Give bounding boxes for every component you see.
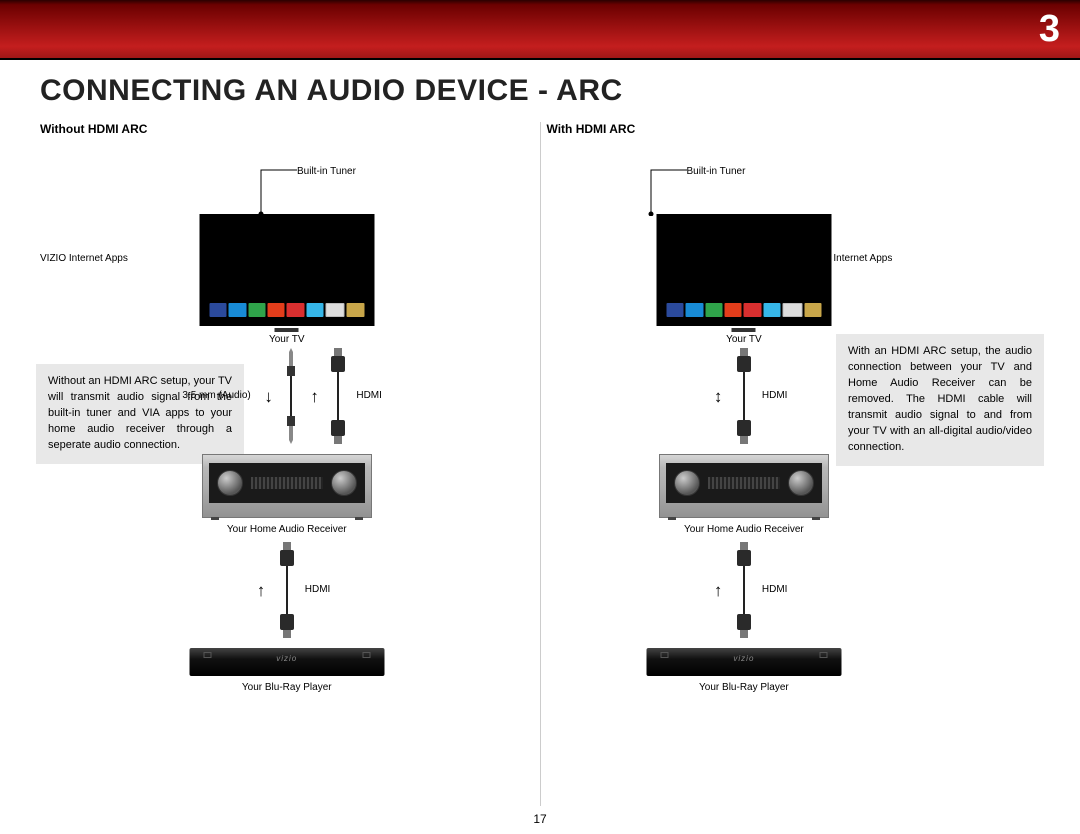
bluray-graphic: vizio xyxy=(189,648,384,676)
subheading-left: Without HDMI ARC xyxy=(40,122,534,136)
cable-group-tv-receiver: ↓ 3.5 mm (Audio) ↑ HDMI xyxy=(282,348,350,444)
arrow-up-icon: ↑ xyxy=(714,582,723,599)
label-hdmi: HDMI xyxy=(356,390,382,401)
column-divider xyxy=(540,122,541,806)
app-chip xyxy=(326,303,345,317)
cable-group-tv-receiver: ↕ HDMI xyxy=(732,348,756,444)
label-receiver: Your Home Audio Receiver xyxy=(684,524,804,535)
app-chip xyxy=(267,303,284,317)
bluray-graphic: vizio xyxy=(646,648,841,676)
app-chip xyxy=(209,303,226,317)
label-your-tv: Your TV xyxy=(269,334,305,345)
callout-label: Built-in Tuner xyxy=(687,166,746,177)
label-receiver: Your Home Audio Receiver xyxy=(227,524,347,535)
leader-line-icon xyxy=(647,168,687,216)
info-textbox-left: Without an HDMI ARC setup, your TV will … xyxy=(36,364,244,464)
cable-group-receiver-bluray: ↑ HDMI xyxy=(732,542,756,638)
column-without-arc: Without HDMI ARC Built-in Tuner VIZIO In… xyxy=(40,122,534,806)
leader-line-icon xyxy=(257,168,297,216)
bluray-logo: vizio xyxy=(733,654,754,663)
callout-label: Built-in Tuner xyxy=(297,166,356,177)
tv-graphic xyxy=(199,214,374,326)
cable-35mm: ↓ 3.5 mm (Audio) xyxy=(282,348,300,444)
app-chip xyxy=(287,303,304,317)
cable-group-receiver-bluray: ↑ HDMI xyxy=(275,542,299,638)
column-with-arc: With HDMI ARC Built-in Tuner VIZIO Inter… xyxy=(547,122,1041,806)
receiver-graphic xyxy=(202,454,372,518)
info-textbox-right: With an HDMI ARC setup, the audio connec… xyxy=(836,334,1044,466)
hdmi-cable-icon xyxy=(326,348,350,444)
arrow-down-icon: ↓ xyxy=(264,388,273,405)
bluray-port xyxy=(362,652,370,658)
callout-builtin-tuner: Built-in Tuner xyxy=(297,166,356,177)
label-your-tv: Your TV xyxy=(726,334,762,345)
app-dock xyxy=(209,302,364,318)
tv-stand xyxy=(275,328,299,332)
audio-jack-icon xyxy=(282,348,300,444)
chapter-number: 3 xyxy=(1039,8,1060,51)
arrow-up-icon: ↑ xyxy=(257,582,266,599)
bluray-logo: vizio xyxy=(276,654,297,663)
knob-icon xyxy=(331,470,357,496)
callout-label: VIZIO Internet Apps xyxy=(40,253,128,264)
arrow-updown-icon: ↕ xyxy=(714,388,723,405)
page-number: 17 xyxy=(533,812,546,826)
bluray-port xyxy=(203,652,211,658)
receiver-graphic xyxy=(659,454,829,518)
label-hdmi: HDMI xyxy=(762,390,788,401)
arrow-up-icon: ↑ xyxy=(310,388,319,405)
cable-hdmi: ↑ HDMI xyxy=(732,542,756,638)
app-chip xyxy=(248,303,265,317)
cable-hdmi-up: ↑ HDMI xyxy=(326,348,350,444)
label-35mm: 3.5 mm (Audio) xyxy=(182,390,250,401)
callout-builtin-tuner: Built-in Tuner xyxy=(687,166,746,177)
label-hdmi: HDMI xyxy=(305,584,331,595)
app-chip xyxy=(347,303,364,317)
label-bluray: Your Blu-Ray Player xyxy=(242,682,332,693)
receiver-buttons xyxy=(251,477,323,489)
diagram-right: Built-in Tuner VIZIO Internet Apps Your … xyxy=(547,146,1041,806)
knob-icon xyxy=(217,470,243,496)
app-dock xyxy=(666,302,821,318)
tv-graphic xyxy=(656,214,831,326)
subheading-right: With HDMI ARC xyxy=(547,122,1041,136)
cable-hdmi: ↑ HDMI xyxy=(275,542,299,638)
diagram-left: Built-in Tuner VIZIO Internet Apps xyxy=(40,146,534,806)
header-banner: 3 xyxy=(0,0,1080,60)
page-title: CONNECTING AN AUDIO DEVICE - ARC xyxy=(40,74,1080,108)
label-hdmi: HDMI xyxy=(762,584,788,595)
hdmi-cable-icon xyxy=(732,348,756,444)
app-chip xyxy=(229,303,246,317)
app-chip xyxy=(306,303,323,317)
label-bluray: Your Blu-Ray Player xyxy=(699,682,789,693)
hdmi-cable-icon xyxy=(732,542,756,638)
cable-hdmi-arc: ↕ HDMI xyxy=(732,348,756,444)
hdmi-cable-icon xyxy=(275,542,299,638)
